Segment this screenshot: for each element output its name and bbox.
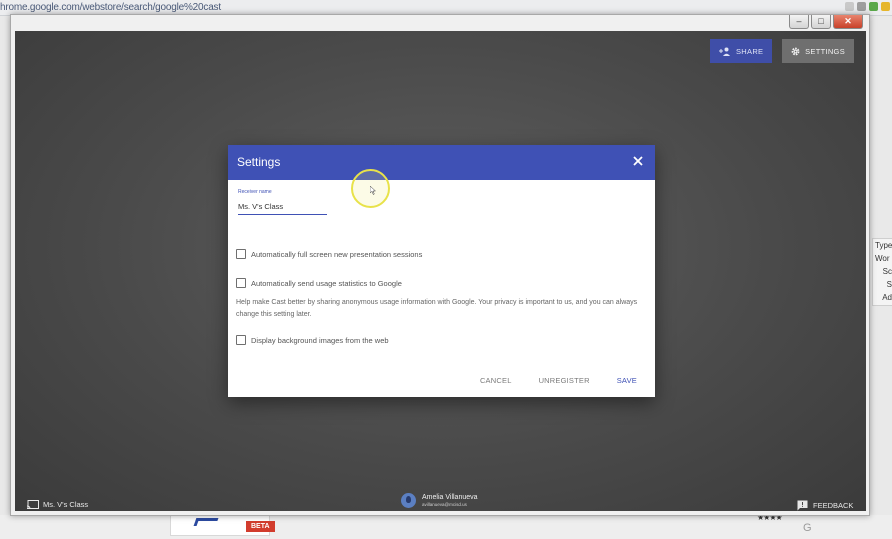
usage-stats-help-text: Help make Cast better by sharing anonymo…	[236, 299, 638, 318]
side-panel-item: S	[886, 280, 892, 289]
receiver-name-label: Receiver name	[238, 189, 272, 195]
extension-icon[interactable]	[857, 2, 866, 11]
dialog-title: Settings	[237, 155, 281, 169]
beta-badge: BETA	[246, 521, 275, 532]
maximize-button[interactable]: □	[811, 15, 831, 29]
option-background-images[interactable]: Display background images from the web	[236, 335, 389, 345]
user-info: Amelia Villanueva avillanueva@mcisd.us	[422, 493, 478, 508]
cancel-button[interactable]: CANCEL	[480, 376, 512, 385]
footer-letter: G	[803, 522, 812, 534]
extension-card-logo	[193, 518, 219, 526]
receiver-name-footer: Ms. V's Class	[43, 500, 89, 509]
address-bar-url[interactable]: hrome.google.com/webstore/search/google%…	[0, 2, 221, 13]
background-images-option-label: Display background images from the web	[251, 335, 389, 345]
feedback-button[interactable]: FEEDBACK	[797, 500, 853, 511]
settings-label: SETTINGS	[805, 46, 845, 56]
window-close-button[interactable]: ✕	[833, 15, 863, 29]
minimize-button[interactable]: –	[789, 15, 809, 29]
cast-extension-icon[interactable]	[869, 2, 878, 11]
option-fullscreen[interactable]: Automatically full screen new presentati…	[236, 249, 422, 259]
extension-icons	[845, 2, 890, 11]
avatar	[401, 493, 416, 508]
background-side-panel: Type Wor Sc S Ad	[872, 238, 892, 306]
save-button[interactable]: SAVE	[617, 376, 637, 385]
unregister-button[interactable]: UNREGISTER	[539, 376, 590, 385]
window-controls: – □ ✕	[789, 15, 863, 29]
side-panel-item: Wor	[875, 254, 890, 263]
option-usage-stats[interactable]: Automatically send usage statistics to G…	[236, 278, 402, 288]
background-images-checkbox[interactable]	[236, 335, 246, 345]
cast-app-window: – □ ✕ SHARE SETTINGS Settings Receiver n…	[10, 14, 870, 516]
cast-receiver-app: SHARE SETTINGS Settings Receiver name Ms…	[15, 31, 866, 511]
dialog-header: Settings	[228, 145, 655, 180]
dialog-actions: CANCEL UNREGISTER SAVE	[480, 376, 637, 385]
chrome-icon[interactable]	[881, 2, 890, 11]
cast-icon	[27, 500, 39, 509]
close-icon[interactable]	[631, 154, 645, 168]
side-panel-item: Sc	[882, 267, 892, 276]
star-icon[interactable]	[845, 2, 854, 11]
share-button[interactable]: SHARE	[710, 39, 773, 63]
usage-stats-checkbox[interactable]	[236, 278, 246, 288]
user-email: avillanueva@mcisd.us	[422, 502, 467, 507]
feedback-label: FEEDBACK	[813, 501, 854, 510]
side-panel-item: Ad	[882, 293, 892, 302]
share-label: SHARE	[736, 46, 764, 56]
receiver-status: Ms. V's Class	[27, 500, 88, 509]
add-person-icon	[719, 47, 730, 56]
mouse-pointer-icon	[370, 186, 376, 195]
feedback-icon	[797, 500, 808, 511]
usage-stats-option-label: Automatically send usage statistics to G…	[251, 278, 402, 288]
fullscreen-checkbox[interactable]	[236, 249, 246, 259]
side-panel-item: Type	[875, 241, 892, 250]
receiver-name-input[interactable]	[238, 201, 327, 215]
gear-icon	[791, 47, 800, 55]
signed-in-user: Amelia Villanueva avillanueva@mcisd.us	[401, 493, 478, 508]
fullscreen-option-label: Automatically full screen new presentati…	[251, 249, 423, 259]
settings-button[interactable]: SETTINGS	[782, 39, 854, 63]
settings-dialog: Settings Receiver name Automatically ful…	[228, 145, 655, 397]
user-name: Amelia Villanueva	[422, 494, 478, 501]
